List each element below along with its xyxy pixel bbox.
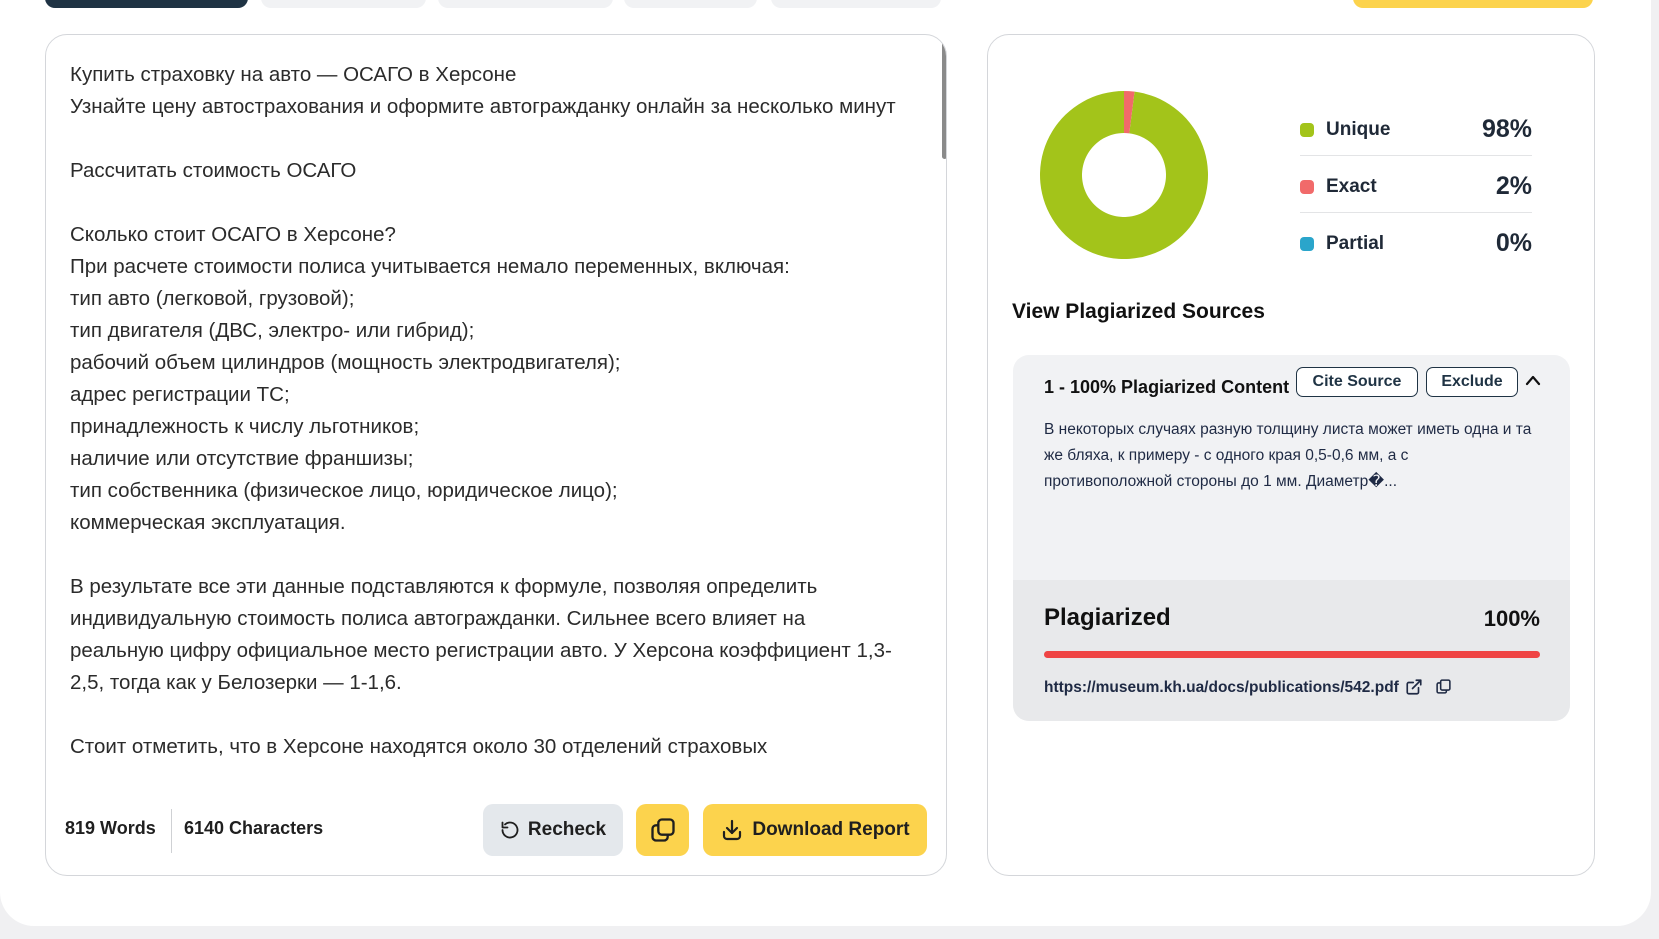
editor-footer: 819 Words 6140 Characters Recheck Downlo…	[46, 785, 946, 875]
text-paragraph: Сколько стоит ОСАГО в Херсоне?	[70, 223, 396, 246]
originality-donut-chart	[1040, 91, 1208, 259]
text-paragraph: коммерческая эксплуатация.	[70, 511, 346, 534]
editor-text-area[interactable]: Купить страховку на авто — ОСАГО в Херсо…	[70, 59, 900, 783]
exact-color-dot	[1300, 180, 1314, 194]
text-paragraph: Рассчитать стоимость ОСАГО	[70, 159, 357, 182]
text-paragraph: адрес регистрации ТС;	[70, 383, 290, 406]
copy-button[interactable]	[636, 804, 689, 856]
source-url-link[interactable]: https://museum.kh.ua/docs/publications/5…	[1044, 679, 1399, 697]
refresh-icon	[500, 820, 520, 840]
character-count: 6140 Characters	[184, 818, 324, 838]
plagiarism-report-panel: Unique 98% Exact 2% Partial 0% View Plag…	[987, 34, 1595, 876]
editor-scrollbar[interactable]	[941, 35, 946, 783]
legend-row-partial: Partial 0%	[1300, 213, 1532, 269]
source-card: 1 - 100% Plagiarized Content Cite Source…	[1013, 355, 1570, 721]
unique-color-dot	[1300, 123, 1314, 137]
legend-label: Unique	[1326, 119, 1391, 140]
tab-active[interactable]	[45, 0, 248, 8]
text-paragraph: тип авто (легковой, грузовой);	[70, 287, 355, 310]
scrollbar-thumb[interactable]	[942, 35, 946, 159]
sources-heading: View Plagiarized Sources	[1012, 300, 1265, 323]
legend-row-exact: Exact 2%	[1300, 156, 1532, 213]
text-paragraph: тип двигателя (ДВС, электро- или гибрид)…	[70, 319, 475, 342]
text-paragraph: В результате все эти данные подставляютс…	[70, 575, 892, 694]
tab[interactable]	[624, 0, 757, 8]
text-paragraph: Стоит отметить, что в Херсоне находятся …	[70, 735, 768, 758]
source-snippet: В некоторых случаях разную толщину листа…	[1044, 421, 1532, 490]
chart-legend: Unique 98% Exact 2% Partial 0%	[1300, 99, 1532, 269]
word-count: 819 Words	[65, 818, 156, 838]
tab[interactable]	[771, 0, 941, 8]
recheck-button[interactable]: Recheck	[483, 804, 623, 856]
plagiarized-progress-fill	[1044, 651, 1540, 658]
partial-color-dot	[1300, 237, 1314, 251]
text-paragraph: Узнайте цену автострахования и оформите …	[70, 95, 896, 118]
tab[interactable]	[261, 0, 426, 8]
plagiarized-label: Plagiarized	[1044, 604, 1171, 631]
copy-url-icon[interactable]	[1435, 678, 1452, 700]
download-report-label: Download Report	[752, 819, 910, 840]
text-paragraph: тип собственника (физическое лицо, юриди…	[70, 479, 618, 502]
legend-value: 0%	[1495, 229, 1532, 257]
legend-value: 2%	[1495, 172, 1532, 200]
chevron-up-icon[interactable]	[1524, 373, 1542, 392]
tab[interactable]	[438, 0, 613, 8]
download-icon	[720, 818, 744, 842]
legend-label: Partial	[1326, 233, 1385, 254]
source-summary: Plagiarized 100% https://museum.kh.ua/do…	[1013, 580, 1570, 721]
divider	[171, 809, 172, 853]
text-paragraph: Купить страховку на авто — ОСАГО в Херсо…	[70, 63, 517, 86]
text-editor-panel: Купить страховку на авто — ОСАГО в Херсо…	[45, 34, 947, 876]
recheck-label: Recheck	[527, 819, 607, 840]
text-paragraph: наличие или отсутствие франшизы;	[70, 447, 414, 470]
download-report-button[interactable]: Download Report	[703, 804, 927, 856]
exclude-button[interactable]: Exclude	[1426, 367, 1518, 397]
text-paragraph: принадлежность к числу льготников;	[70, 415, 420, 438]
text-paragraph: При расчете стоимости полиса учитывается…	[70, 255, 790, 278]
legend-label: Exact	[1326, 176, 1377, 197]
text-paragraph: рабочий объем цилиндров (мощность электр…	[70, 351, 621, 374]
top-tab-bar	[0, 0, 1659, 8]
plagiarized-progress-bar	[1044, 651, 1540, 658]
cite-source-button[interactable]: Cite Source	[1296, 367, 1418, 397]
top-action-button[interactable]	[1353, 0, 1593, 8]
copy-icon	[649, 816, 677, 844]
legend-value: 98%	[1481, 115, 1532, 143]
external-link-icon[interactable]	[1405, 678, 1423, 701]
plagiarized-value: 100%	[1483, 606, 1540, 631]
legend-row-unique: Unique 98%	[1300, 99, 1532, 156]
source-title: 1 - 100% Plagiarized Content	[1044, 377, 1290, 397]
